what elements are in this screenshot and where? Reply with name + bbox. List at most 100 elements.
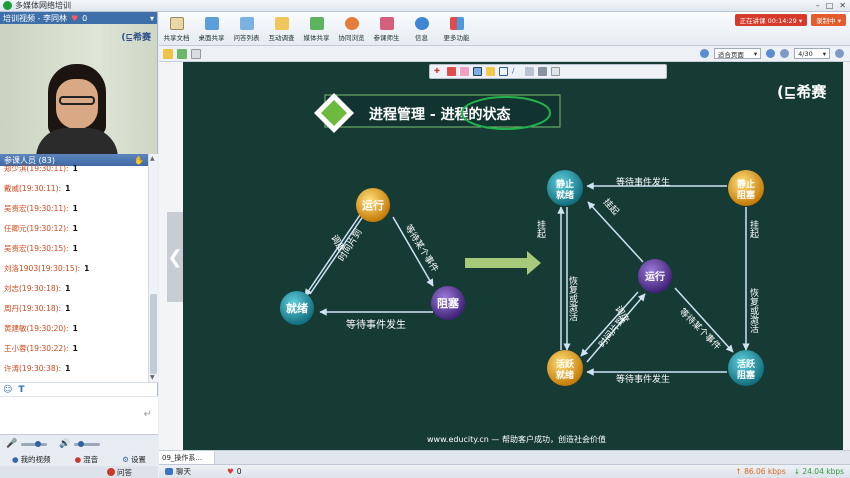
minimize-button[interactable]: – — [816, 1, 820, 10]
video-tab[interactable]: 培训视频 - 李同林 — [3, 13, 67, 24]
chat-sender[interactable]: 戴威(19:30:11): — [4, 183, 61, 194]
marker-tool-icon[interactable] — [486, 67, 495, 76]
participants-button[interactable]: 参课师生 — [369, 12, 404, 46]
mic-icon[interactable]: 🎤 — [6, 439, 17, 449]
add-doc-icon[interactable] — [177, 48, 187, 59]
title-bar: 多媒体网络培训 – □ ✕ — [0, 0, 850, 12]
video-brand-logo: (⊑希赛 — [121, 33, 151, 43]
slide-scrollbar[interactable] — [843, 62, 850, 450]
doc-toolbar: 适合页面 ▾ 4/30 ▾ — [159, 46, 850, 62]
chat-text: 1 — [65, 303, 71, 313]
clear-tool-icon[interactable] — [551, 67, 560, 76]
prev-slide-button[interactable]: ❮ — [167, 212, 183, 302]
chat-message: 郑少淇(19:30:11): 1 — [4, 158, 144, 178]
svg-text:活跃: 活跃 — [737, 358, 756, 370]
width-tool-icon[interactable] — [538, 67, 547, 76]
share-doc-button[interactable]: 共享文档 — [159, 12, 194, 46]
likes[interactable]: ♥ 0 — [227, 467, 242, 476]
chat-text: 1 — [72, 243, 78, 253]
suspend-label-right: 挂起 — [748, 219, 759, 239]
browser-icon — [344, 16, 359, 30]
close-button[interactable]: ✕ — [839, 1, 846, 10]
chat-sender[interactable]: 刘洛1903(19:30:15): — [4, 263, 80, 274]
prev-page-icon[interactable] — [780, 49, 790, 58]
chat-list: 郑少淇(19:30:11): 1 戴威(19:30:11): 1 吴贵宏(19:30:1… — [0, 154, 148, 382]
page-select[interactable]: 4/30 ▾ — [794, 48, 830, 59]
scroll-up-icon[interactable]: ▲ — [150, 155, 155, 162]
slide-canvas: 进程管理 - 进程的状态 (⊑希赛 调度 时间片到 等待某个事件 等待事件发生 … — [280, 83, 827, 444]
close-doc-icon[interactable] — [191, 48, 201, 59]
zoom-out-icon[interactable] — [766, 49, 776, 58]
heart-count: 0 — [82, 13, 88, 23]
chat-format-bar: ☺ T — [0, 382, 158, 396]
maximize-button[interactable]: □ — [826, 1, 834, 10]
co-browse-button[interactable]: 协同浏览 — [334, 12, 369, 46]
chat-text: 1 — [65, 283, 71, 293]
chat-tab[interactable]: 聊天 — [159, 466, 197, 477]
survey-button[interactable]: 互动调查 — [264, 12, 299, 46]
chat-sender[interactable]: 吴贵宏(19:30:15): — [4, 243, 69, 254]
chat-message: 刘洛1903(19:30:15): 1 — [4, 258, 144, 278]
pen-tool-icon[interactable] — [447, 67, 456, 76]
resume-label-left: 恢复或激活 — [567, 275, 578, 322]
wait-label-right: 等待某个事件 — [677, 306, 724, 353]
more-button[interactable]: 更多功能 — [439, 12, 474, 46]
mix-button[interactable]: ● 混音 — [75, 454, 99, 465]
chat-sender[interactable]: 刘志(19:30:18): — [4, 283, 61, 294]
zoom-select[interactable]: 适合页面 ▾ — [713, 48, 762, 59]
video-menu-icon[interactable]: ▾ — [150, 14, 154, 23]
zoom-in-icon[interactable] — [699, 49, 709, 58]
static-ready-line1: 静止 — [556, 178, 574, 190]
chat-message: 许涛(19:30:38): 1 — [4, 358, 144, 378]
chat-input[interactable]: ↵ — [0, 396, 158, 434]
chat-sender[interactable]: 任卿元(19:30:12): — [4, 223, 69, 234]
settings-button[interactable]: ⚙ 设置 — [122, 454, 146, 465]
slide-title-group: 进程管理 - 进程的状态 — [314, 93, 561, 133]
open-folder-icon[interactable] — [163, 48, 173, 59]
mic-slider[interactable] — [21, 440, 48, 447]
media-share-button[interactable]: 媒体共享 — [299, 12, 334, 46]
speaker-slider[interactable] — [74, 440, 101, 447]
line-tool-icon[interactable]: ∕ — [512, 67, 521, 76]
chat-scrollbar[interactable]: ▲ ▼ — [148, 154, 158, 382]
next-page-icon[interactable] — [835, 49, 844, 58]
pointer-tool-icon[interactable]: ✚ — [434, 67, 443, 76]
heart-icon[interactable]: ♥ — [71, 14, 78, 23]
svg-text:运行: 运行 — [362, 198, 384, 212]
teacher-video: (⊑希赛 — [0, 24, 157, 154]
chat-sender[interactable]: 王小蓉(19:30:22): — [4, 343, 69, 354]
upload-rate: ↑ 86.06 kbps — [735, 467, 786, 476]
my-video-button[interactable]: ● 我的视频 — [12, 454, 51, 465]
rect-tool-icon[interactable] — [499, 67, 508, 76]
ask-button[interactable]: 问答 — [107, 466, 143, 478]
slide-title-highlight: 进程的状态 — [441, 106, 511, 123]
status-bar: 聊天 ♥ 0 ↑ 86.06 kbps ↓ 24.04 kbps — [159, 464, 850, 478]
chat-sender[interactable]: 吴贵宏(19:30:11): — [4, 203, 69, 214]
live-status-button[interactable]: 正在讲课 00:14:29 ▾ — [734, 14, 808, 26]
info-icon — [414, 16, 429, 30]
chat-sender[interactable]: 郑少淇(19:30:11): — [4, 163, 69, 174]
chat-text: 1 — [72, 203, 78, 213]
qa-list-button[interactable]: 问答列表 — [229, 12, 264, 46]
emoji-icon[interactable]: ☺ — [3, 385, 12, 395]
fill-tool-icon[interactable] — [525, 67, 534, 76]
info-button[interactable]: 信息 — [404, 12, 439, 46]
grid-icon — [449, 16, 464, 30]
scroll-down-icon[interactable]: ▼ — [150, 374, 155, 381]
chat-sender[interactable]: 周丹(19:30:18): — [4, 303, 61, 314]
send-icon[interactable]: ↵ — [144, 409, 152, 420]
desktop-share-button[interactable]: 桌面共享 — [194, 12, 229, 46]
scroll-thumb[interactable] — [150, 294, 157, 374]
highlighter-tool-icon[interactable] — [473, 67, 482, 76]
app-logo-icon — [3, 1, 12, 10]
chat-sender[interactable]: 许涛(19:30:38): — [4, 363, 61, 374]
doc-tab[interactable]: 09_操作系... — [159, 451, 215, 465]
speaker-icon[interactable]: 🔊 — [59, 439, 70, 449]
text-format-icon[interactable]: T — [18, 385, 24, 395]
record-button[interactable]: 录制中 ▾ — [811, 14, 846, 26]
svg-text:活跃: 活跃 — [556, 358, 575, 370]
eraser-tool-icon[interactable] — [460, 67, 469, 76]
chat-sender[interactable]: 黄建敏(19:30:20): — [4, 323, 69, 334]
glasses — [59, 96, 95, 105]
slide-footer: www.educity.cn — 帮助客户成功，创造社会价值 — [427, 434, 606, 444]
